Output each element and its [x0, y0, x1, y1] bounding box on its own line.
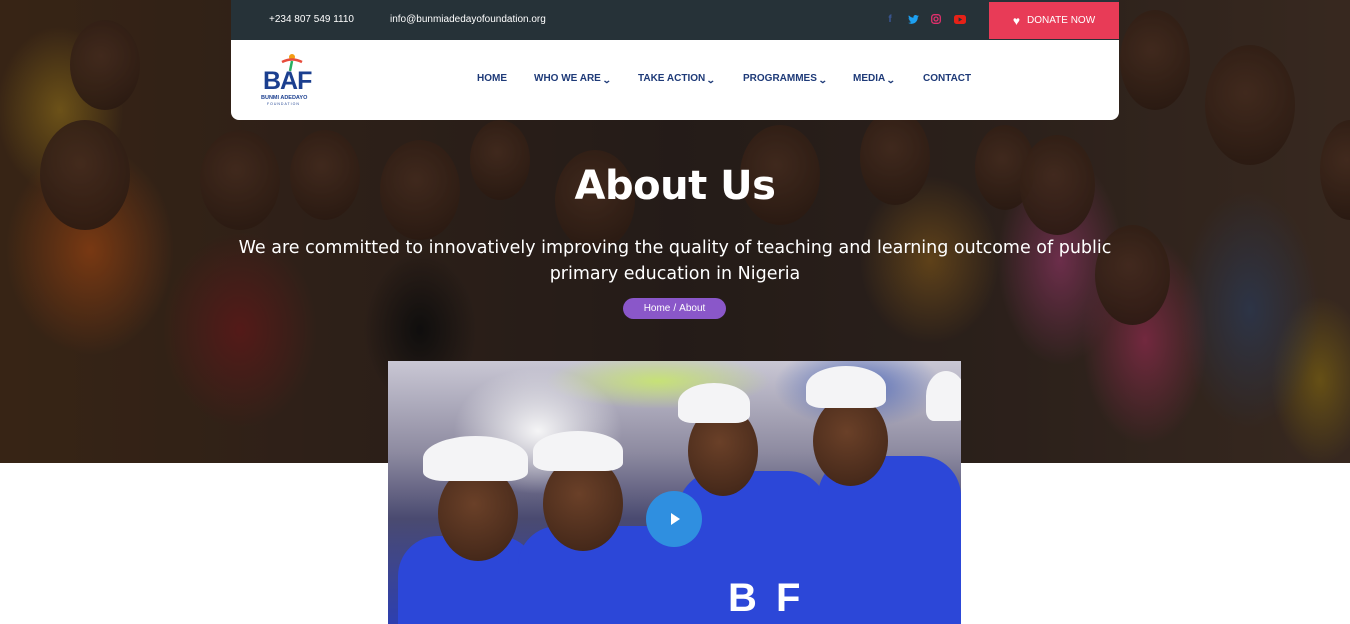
page-title: About Us: [574, 163, 776, 209]
video-photo-cap: [423, 436, 528, 481]
chevron-down-icon: ⌄: [886, 75, 896, 85]
chevron-down-icon: ⌄: [601, 75, 612, 85]
logo-name: BUNMI ADEDAYO: [261, 95, 308, 101]
top-bar: +234 807 549 1110 info@bunmiadedayofound…: [231, 0, 1119, 40]
breadcrumb-current: About: [679, 303, 706, 314]
twitter-icon[interactable]: [906, 12, 920, 26]
nav-home[interactable]: HOME: [477, 73, 507, 84]
foundation-logo[interactable]: BAF BUNMI ADEDAYO FOUNDATION: [261, 53, 321, 111]
chevron-down-icon: ⌄: [817, 75, 828, 85]
page-subtitle: We are committed to innovatively improvi…: [238, 238, 1112, 284]
logo-subtitle: FOUNDATION: [267, 102, 300, 106]
nav-take-action[interactable]: TAKE ACTION⌄: [638, 73, 716, 85]
video-photo-face: [813, 396, 888, 486]
donate-label: DONATE NOW: [1026, 15, 1096, 26]
video-photo-cap: [806, 366, 886, 408]
breadcrumb: Home / About: [623, 298, 726, 319]
instagram-icon[interactable]: [929, 12, 943, 26]
play-icon: [671, 513, 680, 525]
video-shirt-logo: B F: [728, 576, 805, 620]
main-navigation: BAF BUNMI ADEDAYO FOUNDATION HOME WHO WE…: [231, 40, 1119, 120]
nav-who-we-are[interactable]: WHO WE ARE⌄: [534, 73, 612, 85]
breadcrumb-home[interactable]: Home: [644, 303, 671, 314]
phone-number[interactable]: +234 807 549 1110: [269, 14, 354, 25]
youtube-icon[interactable]: [953, 12, 967, 26]
chevron-down-icon: ⌄: [706, 75, 716, 85]
breadcrumb-separator: /: [673, 303, 677, 314]
nav-media[interactable]: MEDIA⌄: [853, 73, 896, 85]
play-button[interactable]: [646, 491, 702, 547]
video-photo-cap: [678, 383, 750, 423]
heart-icon: ♥: [1012, 13, 1020, 28]
donate-now-button[interactable]: ♥ DONATE NOW: [989, 2, 1119, 39]
video-thumbnail[interactable]: B F: [388, 361, 961, 624]
logo-letters: BAF: [263, 67, 312, 95]
nav-programmes[interactable]: PROGRAMMES⌄: [743, 73, 828, 85]
video-photo-cap: [533, 431, 623, 471]
facebook-icon[interactable]: f: [883, 12, 897, 26]
video-photo-cap: [926, 371, 961, 421]
email-link[interactable]: info@bunmiadedayofoundation.org: [390, 14, 546, 25]
nav-contact[interactable]: CONTACT: [923, 73, 971, 84]
